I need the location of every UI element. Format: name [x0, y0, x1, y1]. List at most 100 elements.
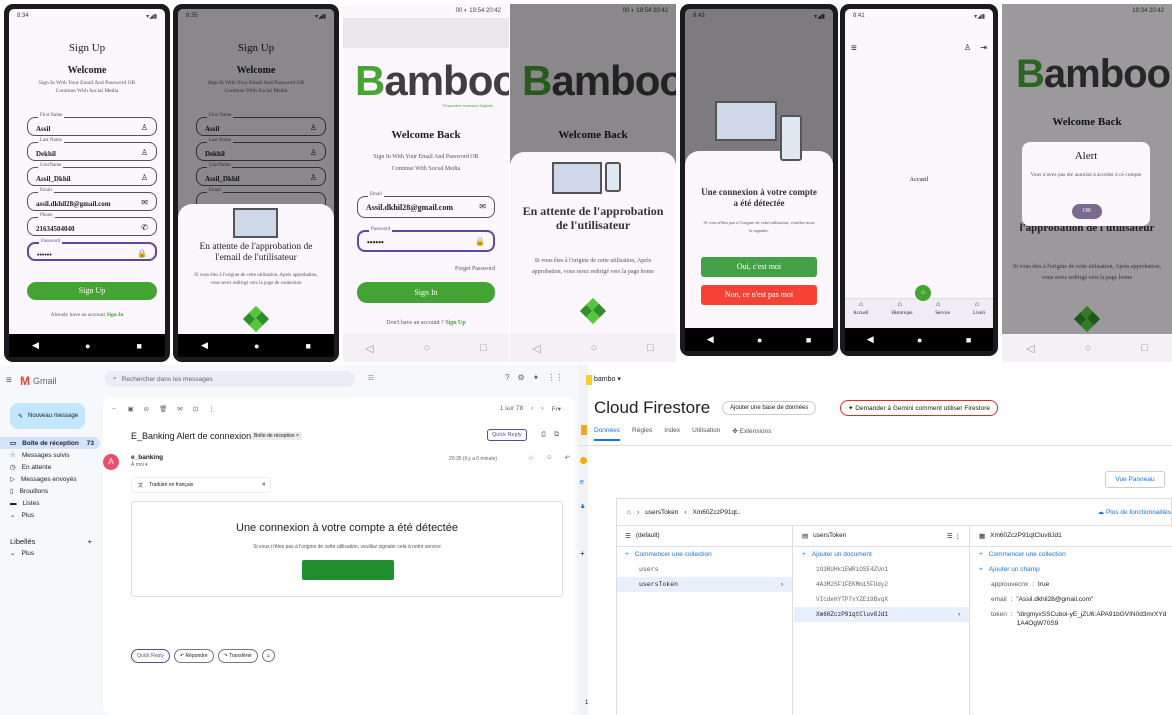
- back-arrow-icon[interactable]: ←: [111, 405, 118, 413]
- open-new-icon[interactable]: ⧉: [554, 431, 559, 439]
- back-icon[interactable]: ◁: [1026, 342, 1034, 355]
- sidebar-item-sent[interactable]: ▷ Messages envoyés: [0, 473, 100, 485]
- archive-icon[interactable]: ▣: [128, 405, 134, 413]
- labels-more[interactable]: ⌄ Plus: [0, 547, 100, 559]
- delete-icon[interactable]: 🗑: [159, 405, 167, 413]
- forward-button[interactable]: ↷ Transférer: [217, 649, 258, 663]
- inbox-tag[interactable]: Boîte de réception ×: [251, 432, 302, 440]
- start-subcollection-button[interactable]: + Commencer une collection: [971, 547, 1172, 562]
- panel-view-button[interactable]: Vue Panneau: [1105, 471, 1165, 488]
- confirm-button[interactable]: Oui, c'est moi: [701, 257, 817, 277]
- home-icon[interactable]: ●: [757, 335, 762, 345]
- home-icon[interactable]: ●: [85, 341, 90, 351]
- center-fab-icon[interactable]: ⌂: [915, 285, 931, 301]
- gemini-icon[interactable]: ✦: [533, 373, 540, 382]
- phone-field[interactable]: Phone 21634504040 ✆: [27, 213, 157, 236]
- password-field[interactable]: Password •••••• 🔒: [27, 239, 157, 261]
- tab-service[interactable]: Service: [935, 311, 950, 316]
- recents-icon[interactable]: ■: [306, 341, 311, 351]
- last-name-field[interactable]: Last Name Dekhil ♙: [27, 138, 157, 161]
- print-icon[interactable]: ⎙: [541, 431, 546, 439]
- recipient[interactable]: À moi ▾: [131, 462, 148, 468]
- project-selector[interactable]: bambo ▾: [594, 375, 621, 383]
- help-icon[interactable]: ?: [505, 373, 509, 382]
- tab-utilisation[interactable]: Utilisation: [692, 427, 720, 441]
- field-row[interactable]: token: "dirgmyxSSCuboi-yE_jZU6:APA91bGVIN…: [971, 607, 1172, 628]
- apps-icon[interactable]: ⋮⋮: [547, 373, 563, 382]
- compose-button[interactable]: ✎ Nouveau message: [10, 403, 85, 429]
- breadcrumb-item[interactable]: Xm60ZczP91qt..: [693, 509, 741, 516]
- home-icon[interactable]: ○: [1085, 342, 1092, 354]
- close-icon[interactable]: ✕: [262, 482, 270, 488]
- tab-regles[interactable]: Règles: [632, 427, 652, 441]
- filter-icon[interactable]: ☰ ⋮: [947, 532, 969, 540]
- sign-up-button[interactable]: Sign Up: [27, 282, 157, 300]
- logout-icon[interactable]: ⇥: [980, 43, 987, 52]
- add-label-icon[interactable]: +: [88, 537, 100, 546]
- sidebar-item-snoozed[interactable]: ◷ En attente: [0, 461, 100, 473]
- settings-icon[interactable]: ⚙: [517, 373, 524, 382]
- language-icon[interactable]: Fr▾: [552, 405, 561, 413]
- sidebar-item-more[interactable]: ⌄ Plus: [0, 509, 100, 521]
- collection-item-selected[interactable]: usersToken ›: [617, 577, 792, 592]
- gemini-button[interactable]: ✦ Demander à Gemini comment utiliser Fir…: [840, 400, 999, 416]
- document-item-selected[interactable]: Xm60ZczP91qtCluv8Jd1 ›: [794, 607, 969, 622]
- back-icon[interactable]: ◀: [201, 340, 208, 351]
- document-item[interactable]: VIcdeHYTP7xYZE19BvqX: [794, 592, 969, 607]
- tab-lixeli[interactable]: Lixeli: [973, 311, 985, 316]
- menu-icon[interactable]: ≡: [851, 43, 857, 54]
- deny-button[interactable]: Non, ce n'est pas moi: [701, 285, 817, 305]
- first-name-field[interactable]: First Name Assil ♙: [27, 113, 157, 136]
- prev-icon[interactable]: ‹: [531, 405, 533, 413]
- email-field[interactable]: Email assil.dkhil28@gmail.com ✉: [27, 188, 157, 211]
- email-field[interactable]: Email Assil.dkhil28@gmail.com ✉: [357, 192, 495, 218]
- sign-in-button[interactable]: Sign In: [357, 282, 495, 303]
- translate-bar[interactable]: 文 Traduire en français ✕: [131, 477, 271, 493]
- home-icon[interactable]: ●: [917, 335, 922, 345]
- document-item[interactable]: 4A3M2SF1FEKMm15FUdy2: [794, 577, 969, 592]
- username-field[interactable]: UserName Assil_Dkhil ♙: [27, 163, 157, 186]
- home-icon[interactable]: ●: [254, 341, 259, 351]
- field-row[interactable]: email: "Assil.dkhil28@gmail.com": [971, 592, 1172, 607]
- back-icon[interactable]: ◀: [867, 334, 874, 345]
- tab-donnees[interactable]: Données: [594, 427, 621, 441]
- sidebar-item-lists[interactable]: ▬ Listes: [0, 497, 100, 509]
- next-icon[interactable]: ›: [541, 405, 543, 413]
- profile-icon[interactable]: ♙: [964, 43, 971, 52]
- mail-action-button[interactable]: [302, 560, 394, 580]
- home-icon[interactable]: ⌂: [627, 509, 631, 516]
- tab-index[interactable]: Index: [664, 427, 680, 441]
- menu-icon[interactable]: ≡: [6, 375, 12, 386]
- recents-icon[interactable]: □: [480, 342, 487, 354]
- tab-historique[interactable]: Historique: [891, 311, 912, 316]
- plus-icon[interactable]: +: [580, 549, 585, 558]
- sidebar-item-drafts[interactable]: ▯ Brouillons: [0, 485, 100, 497]
- document-item[interactable]: 1O3RUHk1EWRiOSE4ZUo1: [794, 562, 969, 577]
- reply-icon[interactable]: ↶: [564, 454, 569, 462]
- recents-icon[interactable]: □: [647, 342, 654, 354]
- home-icon[interactable]: ○: [424, 342, 431, 354]
- password-field[interactable]: Password •••••• 🔒: [357, 227, 495, 252]
- ok-button[interactable]: OK: [1072, 204, 1102, 219]
- more-features[interactable]: ☁ Plus de fonctionnalités: [1098, 508, 1171, 516]
- recents-icon[interactable]: □: [1141, 342, 1148, 354]
- home-icon[interactable]: ○: [591, 342, 598, 354]
- sign-in-link[interactable]: Sign In: [106, 312, 123, 318]
- quick-reply-button[interactable]: Quick Reply: [131, 649, 170, 663]
- emoji-icon[interactable]: ☺: [261, 649, 275, 662]
- breadcrumb-item[interactable]: usersToken: [645, 509, 678, 516]
- quick-reply-top-button[interactable]: Quick Reply: [487, 429, 527, 441]
- sidebar-item-starred[interactable]: ☆ Messages suivis: [0, 449, 100, 461]
- start-collection-button[interactable]: + Commencer une collection: [617, 547, 792, 562]
- search-bar[interactable]: ⌕ Rechercher dans les messages: [105, 371, 355, 387]
- forget-password-link[interactable]: Forget Password: [455, 266, 495, 272]
- star-icon[interactable]: ☆: [528, 454, 534, 462]
- recents-icon[interactable]: ■: [966, 335, 971, 345]
- sign-up-link[interactable]: Sign Up: [445, 320, 466, 326]
- tab-accueil[interactable]: Accueil: [853, 311, 869, 316]
- back-icon[interactable]: ◀: [32, 340, 39, 351]
- back-icon[interactable]: ◁: [365, 342, 373, 355]
- field-row[interactable]: approuvecnx: true: [971, 577, 1172, 592]
- add-database-button[interactable]: Ajouter une base de données: [722, 401, 817, 415]
- recents-icon[interactable]: ■: [137, 341, 142, 351]
